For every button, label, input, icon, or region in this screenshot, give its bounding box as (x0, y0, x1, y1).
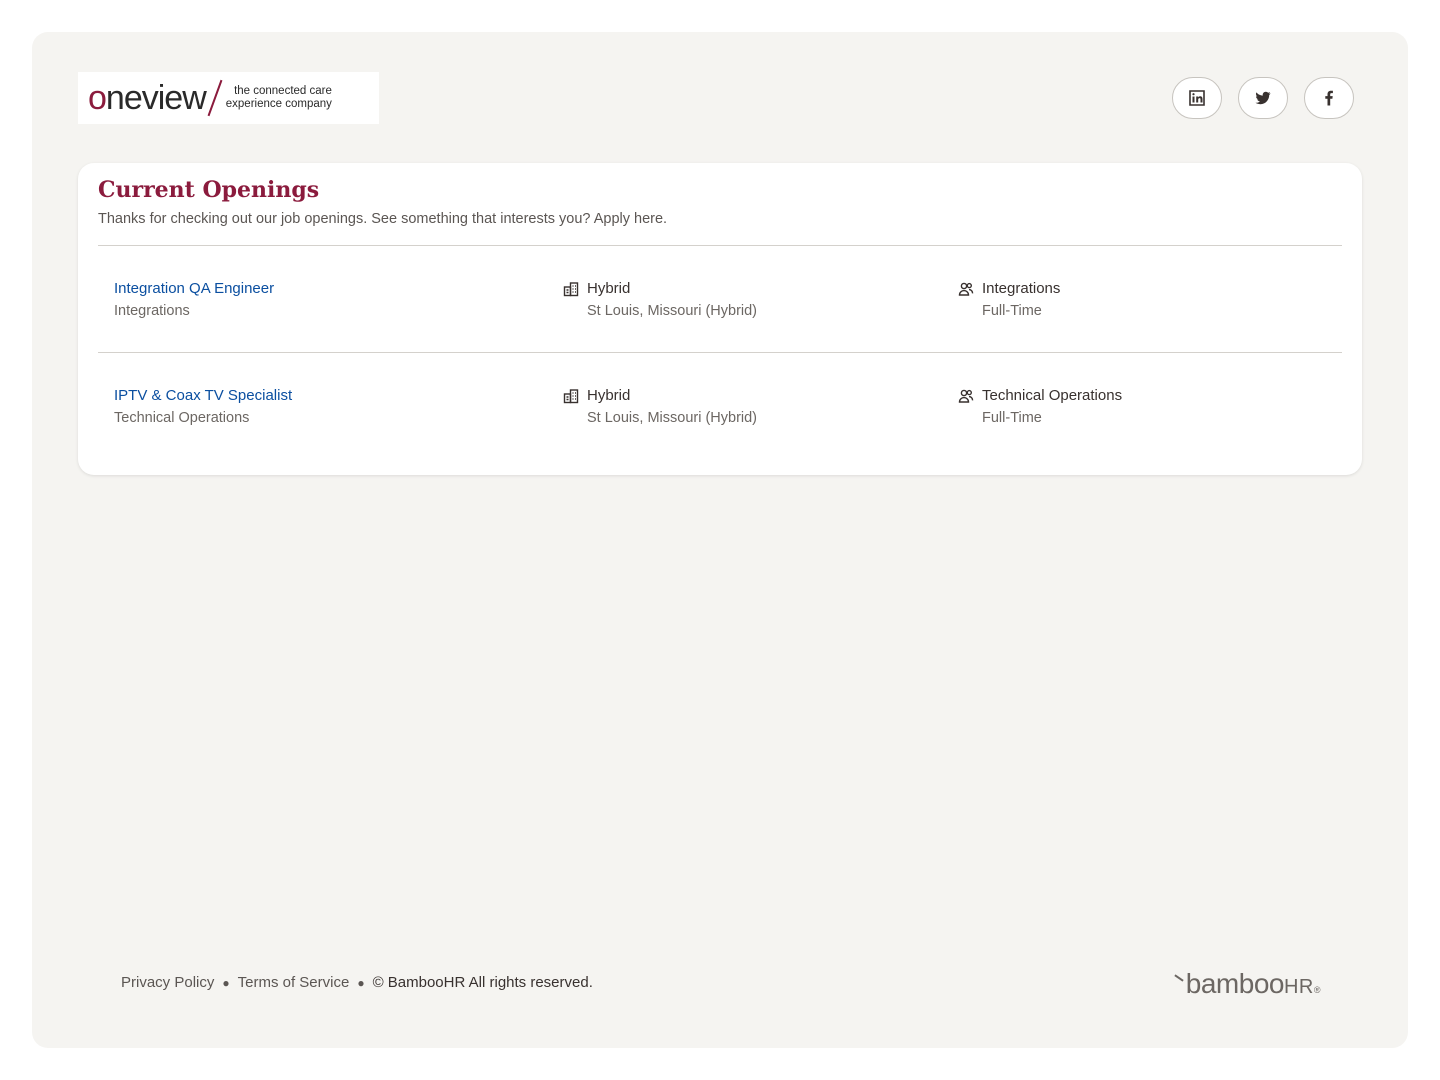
job-team: Integrations (958, 280, 1060, 298)
bamboohr-logo[interactable]: bamboo HR ® (1174, 968, 1321, 1000)
linkedin-button[interactable] (1172, 77, 1222, 119)
bamboo-hr: HR (1283, 976, 1314, 998)
job-title-link[interactable]: Integration QA Engineer (114, 280, 274, 298)
twitter-button[interactable] (1238, 77, 1288, 119)
job-team: Technical Operations (958, 387, 1122, 405)
job-row: Integration QA Engineer Integrations Hyb… (98, 246, 1342, 352)
logo-word-mid: nevie (105, 79, 183, 117)
job-title-column: IPTV & Coax TV Specialist Technical Oper… (114, 387, 292, 427)
bamboo-leaf-icon (1174, 974, 1184, 982)
page-frame: oneview the connected care experience co… (32, 32, 1408, 1048)
job-department: Integrations (114, 303, 190, 319)
job-location-column: Hybrid St Louis, Missouri (Hybrid) (563, 280, 757, 320)
twitter-icon (1255, 91, 1271, 105)
job-team-label: Technical Operations (982, 387, 1123, 404)
job-team-label: Integrations (982, 280, 1061, 297)
job-location-type-label: Hybrid (587, 387, 631, 404)
logo-word-start: o (88, 79, 107, 117)
copyright-text: © BambooHR All rights reserved. (372, 974, 593, 991)
job-location-column: Hybrid St Louis, Missouri (Hybrid) (563, 387, 757, 427)
job-title-link[interactable]: IPTV & Coax TV Specialist (114, 387, 292, 405)
openings-subtitle: Thanks for checking out our job openings… (98, 211, 668, 227)
building-icon (563, 282, 579, 297)
job-location-type: Hybrid (563, 280, 757, 298)
job-employment-type: Full-Time (982, 303, 1042, 319)
terms-of-service-link[interactable]: Terms of Service (238, 974, 350, 991)
logo-tagline-line-1: the connected care (234, 85, 332, 97)
company-logo[interactable]: oneview the connected care experience co… (78, 72, 379, 124)
facebook-button[interactable] (1304, 77, 1354, 119)
logo-slash (207, 79, 223, 117)
job-team-column: Integrations Full-Time (958, 280, 1060, 320)
job-row: IPTV & Coax TV Specialist Technical Oper… (98, 353, 1342, 459)
logo-tagline-line-2: experience company (225, 98, 332, 110)
job-location-type: Hybrid (563, 387, 757, 405)
footer-separator: ● (357, 975, 365, 990)
job-location-type-label: Hybrid (587, 280, 631, 297)
job-department: Technical Operations (114, 410, 250, 426)
footer-separator: ● (222, 975, 230, 990)
job-title-column: Integration QA Engineer Integrations (114, 280, 274, 320)
building-icon (563, 389, 579, 404)
job-location: St Louis, Missouri (Hybrid) (587, 303, 758, 319)
facebook-icon (1325, 90, 1333, 106)
logo-word: oneview (88, 79, 207, 117)
users-icon (958, 282, 974, 296)
footer-links: Privacy Policy ● Terms of Service ● © Ba… (121, 974, 593, 991)
logo-word-end: w (182, 79, 207, 117)
social-links (1172, 77, 1354, 119)
job-location: St Louis, Missouri (Hybrid) (587, 410, 758, 426)
job-employment-type: Full-Time (982, 410, 1042, 426)
privacy-policy-link[interactable]: Privacy Policy (121, 974, 214, 991)
job-team-column: Technical Operations Full-Time (958, 387, 1122, 427)
users-icon (958, 389, 974, 403)
logo-tagline: the connected care experience company (226, 85, 332, 111)
linkedin-icon (1189, 90, 1205, 106)
bamboo-word: bamboo (1185, 968, 1285, 999)
bamboo-registered-mark: ® (1313, 985, 1321, 995)
openings-title: Current Openings (98, 177, 320, 203)
openings-card: Current Openings Thanks for checking out… (78, 163, 1362, 475)
